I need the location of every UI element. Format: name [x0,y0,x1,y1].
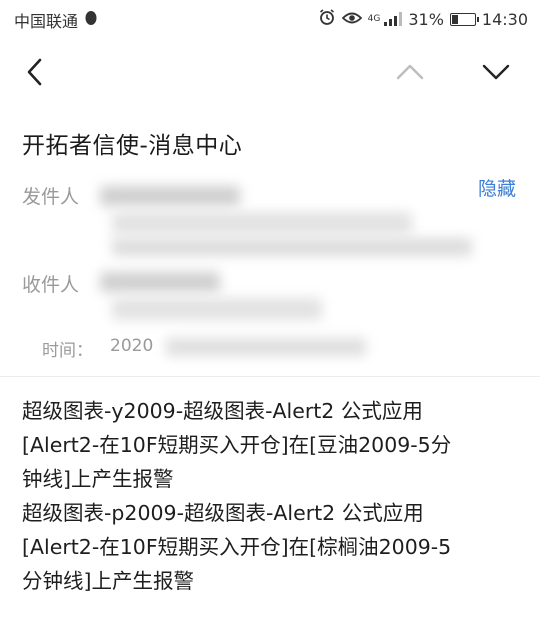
to-label: 收件人 [22,274,80,296]
body-line: 超级图表-p2009-超级图表-Alert2 公式应用 [22,501,424,525]
penguin-icon [84,10,98,30]
recipient-redacted [112,298,322,320]
message-body: 超级图表-y2009-超级图表-Alert2 公式应用 [Alert2-在10F… [22,394,527,598]
battery-icon [449,12,479,26]
body-line: [Alert2-在10F短期买入开仓]在[棕榈油2009-5 [22,535,452,559]
back-button[interactable] [18,54,54,90]
body-line: 钟线]上产生报警 [22,467,174,491]
body-line: 超级图表-y2009-超级图表-Alert2 公式应用 [22,399,423,423]
sender-redacted [112,238,472,256]
message-subject: 开拓者信使-消息中心 [22,133,243,159]
battery-percent: 31% [408,9,444,29]
time-label: 时间： [42,341,93,361]
status-left: 中国联通 [14,8,98,32]
body-line: [Alert2-在10F短期买入开仓]在[豆油2009-5分 [22,433,452,457]
previous-message-button[interactable] [392,54,428,90]
sender-redacted [100,186,240,206]
eye-icon [341,10,362,29]
time-redacted [166,338,366,356]
from-label: 发件人 [22,186,80,208]
body-line: 分钟线]上产生报警 [22,569,194,593]
status-bar: 中国联通 4G 31% 14:30 [0,0,540,36]
sender-redacted [112,212,412,234]
status-right: 4G 31% 14:30 [318,8,528,30]
recipient-redacted [100,272,220,292]
next-message-button[interactable] [478,54,514,90]
toolbar [0,40,540,104]
network-type: 4G [367,13,381,24]
alarm-icon [318,8,336,30]
chevron-up-icon [396,64,424,80]
carrier-label: 中国联通 [14,12,79,31]
back-arrow-icon [27,58,42,86]
battery-fill [451,14,458,24]
clock: 14:30 [481,9,528,29]
hide-details-link[interactable]: 隐藏 [478,174,516,201]
signal-icon [384,12,403,26]
chevron-down-icon [482,64,510,80]
header-divider [0,376,540,377]
time-value: 2020 [110,336,154,356]
